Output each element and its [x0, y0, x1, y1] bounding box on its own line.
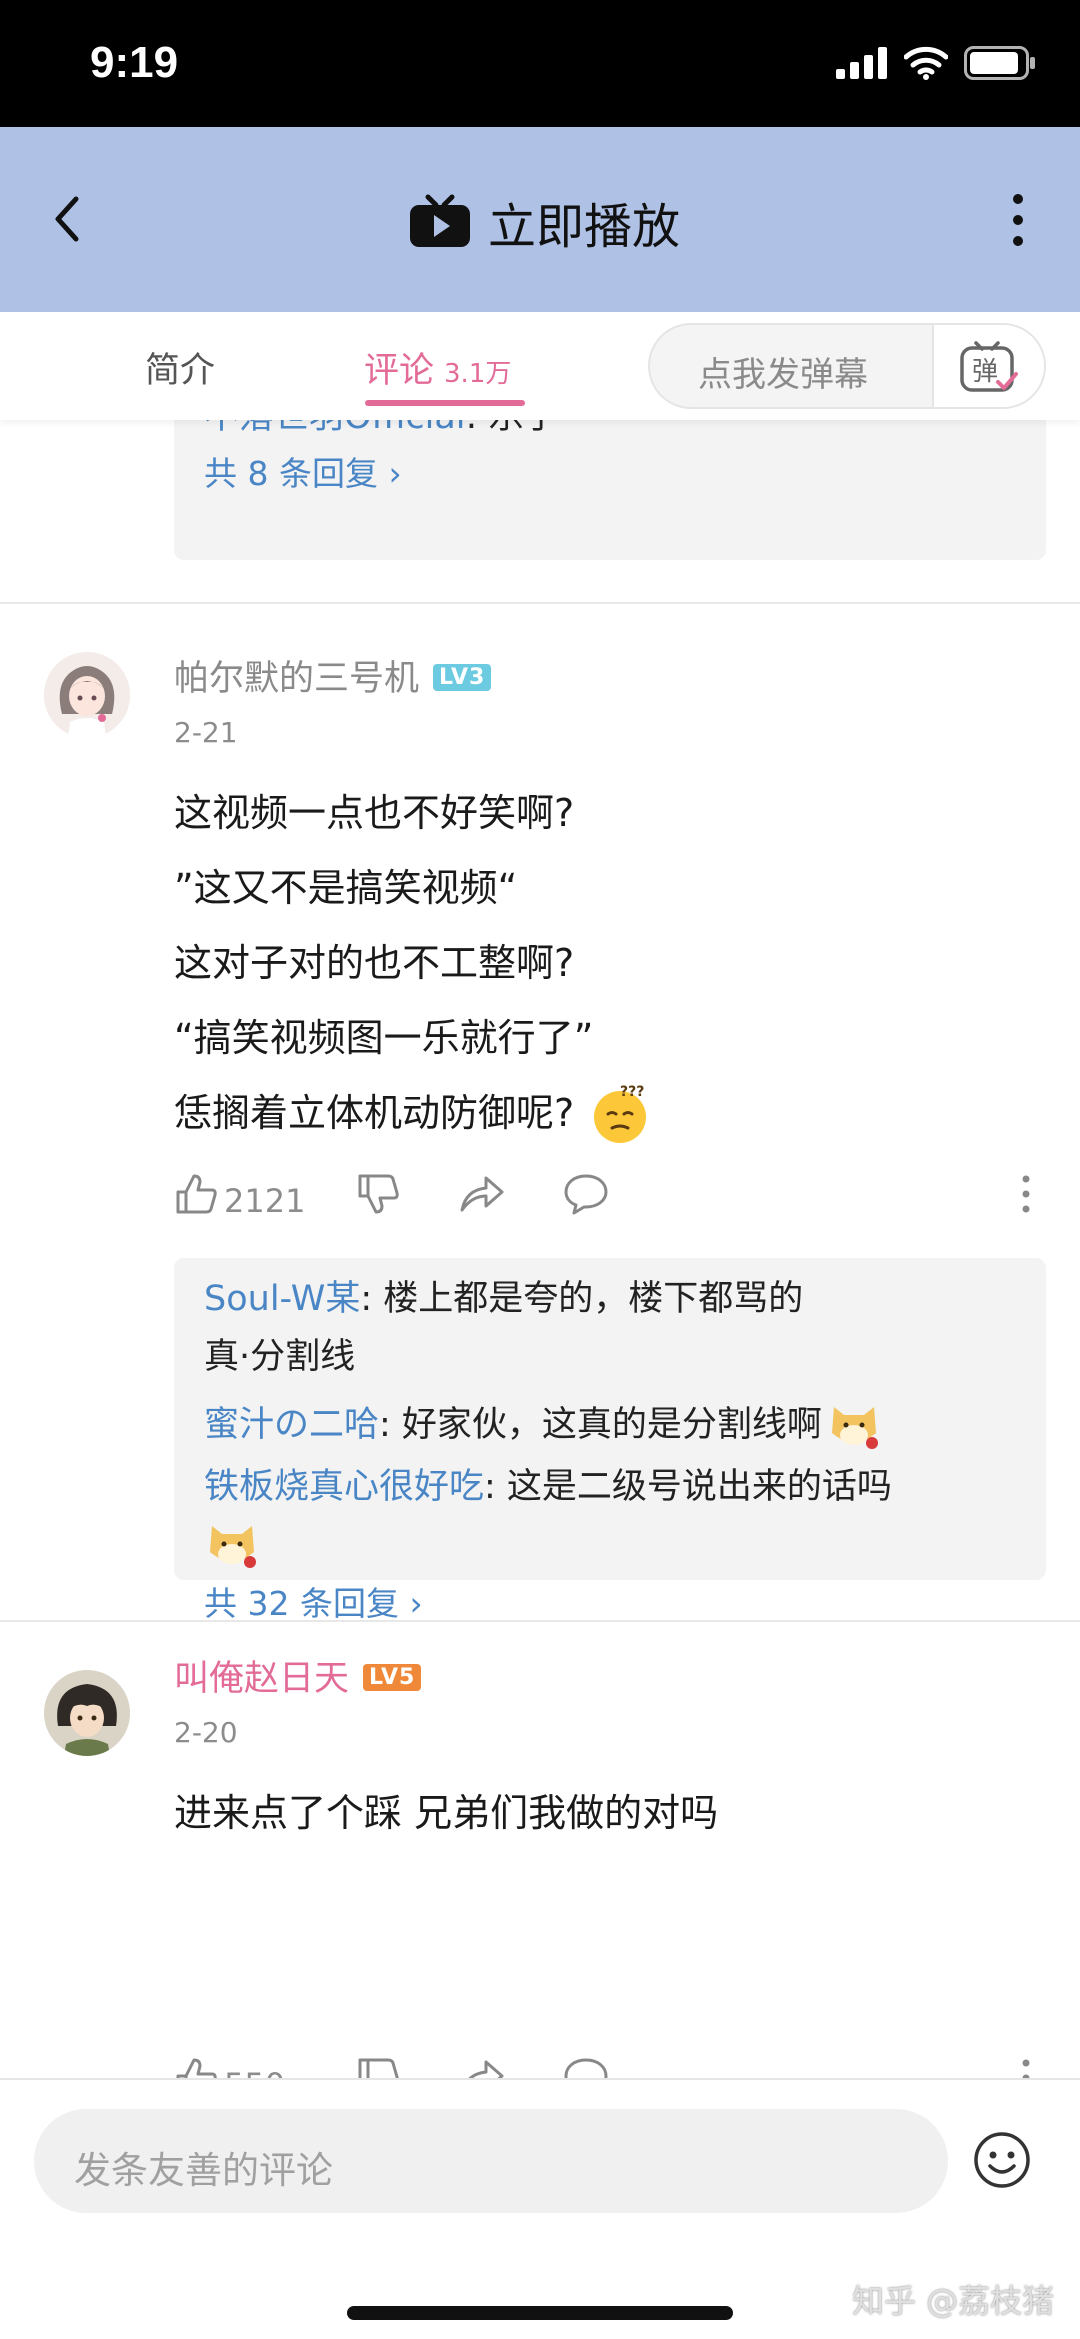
- level-badge: LV5: [363, 1663, 422, 1691]
- reply-preview-box[interactable]: Soul-W某: 楼上都是夸的，楼下都骂的 真·分割线 蜜汁の二哈: 好家伙，这…: [174, 1258, 1046, 1623]
- thumbs-up-icon[interactable]: [174, 1172, 218, 1216]
- tv-play-icon: [410, 194, 470, 247]
- reply-item-continued: 真·分割线: [204, 1337, 356, 1377]
- anime-girl-avatar-icon: [44, 652, 130, 738]
- divider: [0, 602, 1080, 604]
- like-count: 2121: [224, 1182, 306, 1220]
- status-icons: [836, 46, 1036, 80]
- reply-username[interactable]: 铁板烧真心很好吃: [204, 1467, 484, 1507]
- doge-emoji-icon: [831, 1407, 878, 1449]
- thumbs-up-icon[interactable]: [174, 2056, 218, 2078]
- share-icon[interactable]: [458, 2056, 506, 2078]
- tab-comments[interactable]: 评论 3.1万: [364, 342, 511, 393]
- navbar: 立即播放: [0, 127, 1080, 312]
- view-more-replies-link[interactable]: 共 8 条回复 ›: [204, 446, 1016, 502]
- reply-username[interactable]: 不落世羽Official: [204, 420, 466, 437]
- danmaku-toggle-button[interactable]: 弹: [932, 325, 1044, 407]
- confused-face-emoji-icon: ???: [594, 1084, 647, 1143]
- thumbs-down-icon[interactable]: [356, 1172, 400, 1216]
- avatar[interactable]: [44, 652, 130, 738]
- danmaku-placeholder: 点我发弹幕: [698, 355, 868, 395]
- reply-bubble-icon[interactable]: [562, 2056, 610, 2078]
- reply-preview-box[interactable]: 不落世羽Official: 乐了 共 8 条回复 ›: [174, 420, 1046, 560]
- danmaku-icon: 弹: [960, 341, 1018, 392]
- battery-icon: [964, 46, 1035, 80]
- like-count: 550: [224, 2066, 285, 2078]
- comment-line: 这视频一点也不好笑啊?: [174, 791, 575, 835]
- active-tab-indicator: [365, 400, 525, 406]
- more-vertical-icon[interactable]: [1008, 193, 1028, 247]
- anime-boy-avatar-icon: [44, 1670, 130, 1756]
- status-bar: 9:19: [0, 0, 1080, 127]
- reply-text: : 楼上都是夸的，楼下都骂的: [360, 1279, 804, 1319]
- reply-item: 蜜汁の二哈: 好家伙，这真的是分割线啊: [204, 1396, 1016, 1454]
- reply-username[interactable]: 蜜汁の二哈: [204, 1396, 379, 1454]
- comment-line: 进来点了个踩 兄弟们我做的对吗: [174, 1791, 719, 1835]
- comment-input[interactable]: 发条友善的评论: [34, 2109, 948, 2213]
- reply-item: 铁板烧真心很好吃: 这是二级号说出来的话吗: [204, 1458, 1016, 1516]
- comment-date: 2-21: [174, 716, 238, 749]
- home-indicator[interactable]: [347, 2306, 733, 2320]
- divider: [0, 1620, 1080, 1622]
- tab-comments-label: 评论: [364, 351, 435, 391]
- doge-emoji-icon: [210, 1526, 256, 1568]
- comment-username[interactable]: 帕尔默的三号机 LV3: [174, 650, 492, 701]
- comment-line: 这对子对的也不工整啊?: [174, 941, 575, 985]
- reply-text: : 乐了: [466, 420, 559, 437]
- thumbs-down-icon[interactable]: [356, 2056, 400, 2078]
- tab-comments-count: 3.1万: [444, 359, 512, 389]
- reply-username[interactable]: Soul-W某: [204, 1279, 360, 1319]
- view-more-replies-label: 共 8 条回复: [204, 454, 378, 493]
- comment-line-text: 恁搁着立体机动防御呢?: [174, 1091, 575, 1135]
- comment-line: ”这又不是搞笑视频“: [174, 866, 518, 910]
- level-badge: LV3: [433, 663, 492, 691]
- comment-line: “搞笑视频图一乐就行了”: [174, 1016, 594, 1060]
- comment-username-text: 帕尔默的三号机: [174, 659, 420, 699]
- comment-username[interactable]: 叫俺赵日天 LV5: [174, 1650, 422, 1701]
- comment-compose-bar: 发条友善的评论 知乎 @荔枝猪: [0, 2078, 1080, 2339]
- back-arrow-icon[interactable]: [44, 189, 94, 249]
- comment-input-placeholder: 发条友善的评论: [74, 2149, 333, 2192]
- view-more-replies-link[interactable]: 共 32 条回复 ›: [204, 1576, 1016, 1632]
- reply-item: 不落世羽Official: 乐了: [204, 420, 1016, 446]
- reply-item: Soul-W某: 楼上都是夸的，楼下都骂的: [204, 1270, 1016, 1328]
- status-time: 9:19: [90, 38, 179, 87]
- comment-line: 恁搁着立体机动防御呢? ???: [174, 1076, 650, 1151]
- comment-actions: 2121: [174, 1172, 1044, 1232]
- comment-date: 2-20: [174, 1716, 238, 1749]
- reply-bubble-icon[interactable]: [562, 1172, 610, 1216]
- play-now-button[interactable]: 立即播放: [408, 187, 680, 257]
- share-icon[interactable]: [458, 1172, 506, 1216]
- danmaku-icon-char: 弹: [972, 357, 998, 387]
- page-title: 立即播放: [488, 199, 681, 255]
- comment-body: 进来点了个踩 兄弟们我做的对吗: [174, 1776, 718, 1851]
- comment-username-text: 叫俺赵日天: [174, 1659, 350, 1699]
- comment-more-icon[interactable]: [1020, 2056, 1032, 2078]
- reply-text: : 好家伙，这真的是分割线啊: [379, 1405, 822, 1445]
- cellular-signal-icon: [836, 47, 887, 79]
- smiley-emoji-icon[interactable]: [972, 2130, 1032, 2190]
- comment-body: 这视频一点也不好笑啊? ”这又不是搞笑视频“ 这对子对的也不工整啊? “搞笑视频…: [174, 776, 650, 1151]
- wifi-icon: [904, 46, 948, 80]
- svg-text:???: ???: [620, 1084, 644, 1100]
- danmaku-send-box[interactable]: 点我发弹幕 弹: [648, 323, 1046, 409]
- avatar[interactable]: [44, 1670, 130, 1756]
- tab-bar: 简介 评论 3.1万 点我发弹幕 弹: [0, 312, 1080, 420]
- reply-text: : 这是二级号说出来的话吗: [484, 1467, 892, 1507]
- comment-list: 不落世羽Official: 乐了 共 8 条回复 › 帕尔默的三号机 LV3 2-…: [0, 420, 1080, 2078]
- tab-intro[interactable]: 简介: [145, 342, 215, 393]
- comment-actions: 550: [174, 2056, 1044, 2078]
- comment-more-icon[interactable]: [1020, 1172, 1032, 1216]
- view-more-replies-label: 共 32 条回复: [204, 1584, 399, 1623]
- watermark: 知乎 @荔枝猪: [852, 2282, 1055, 2320]
